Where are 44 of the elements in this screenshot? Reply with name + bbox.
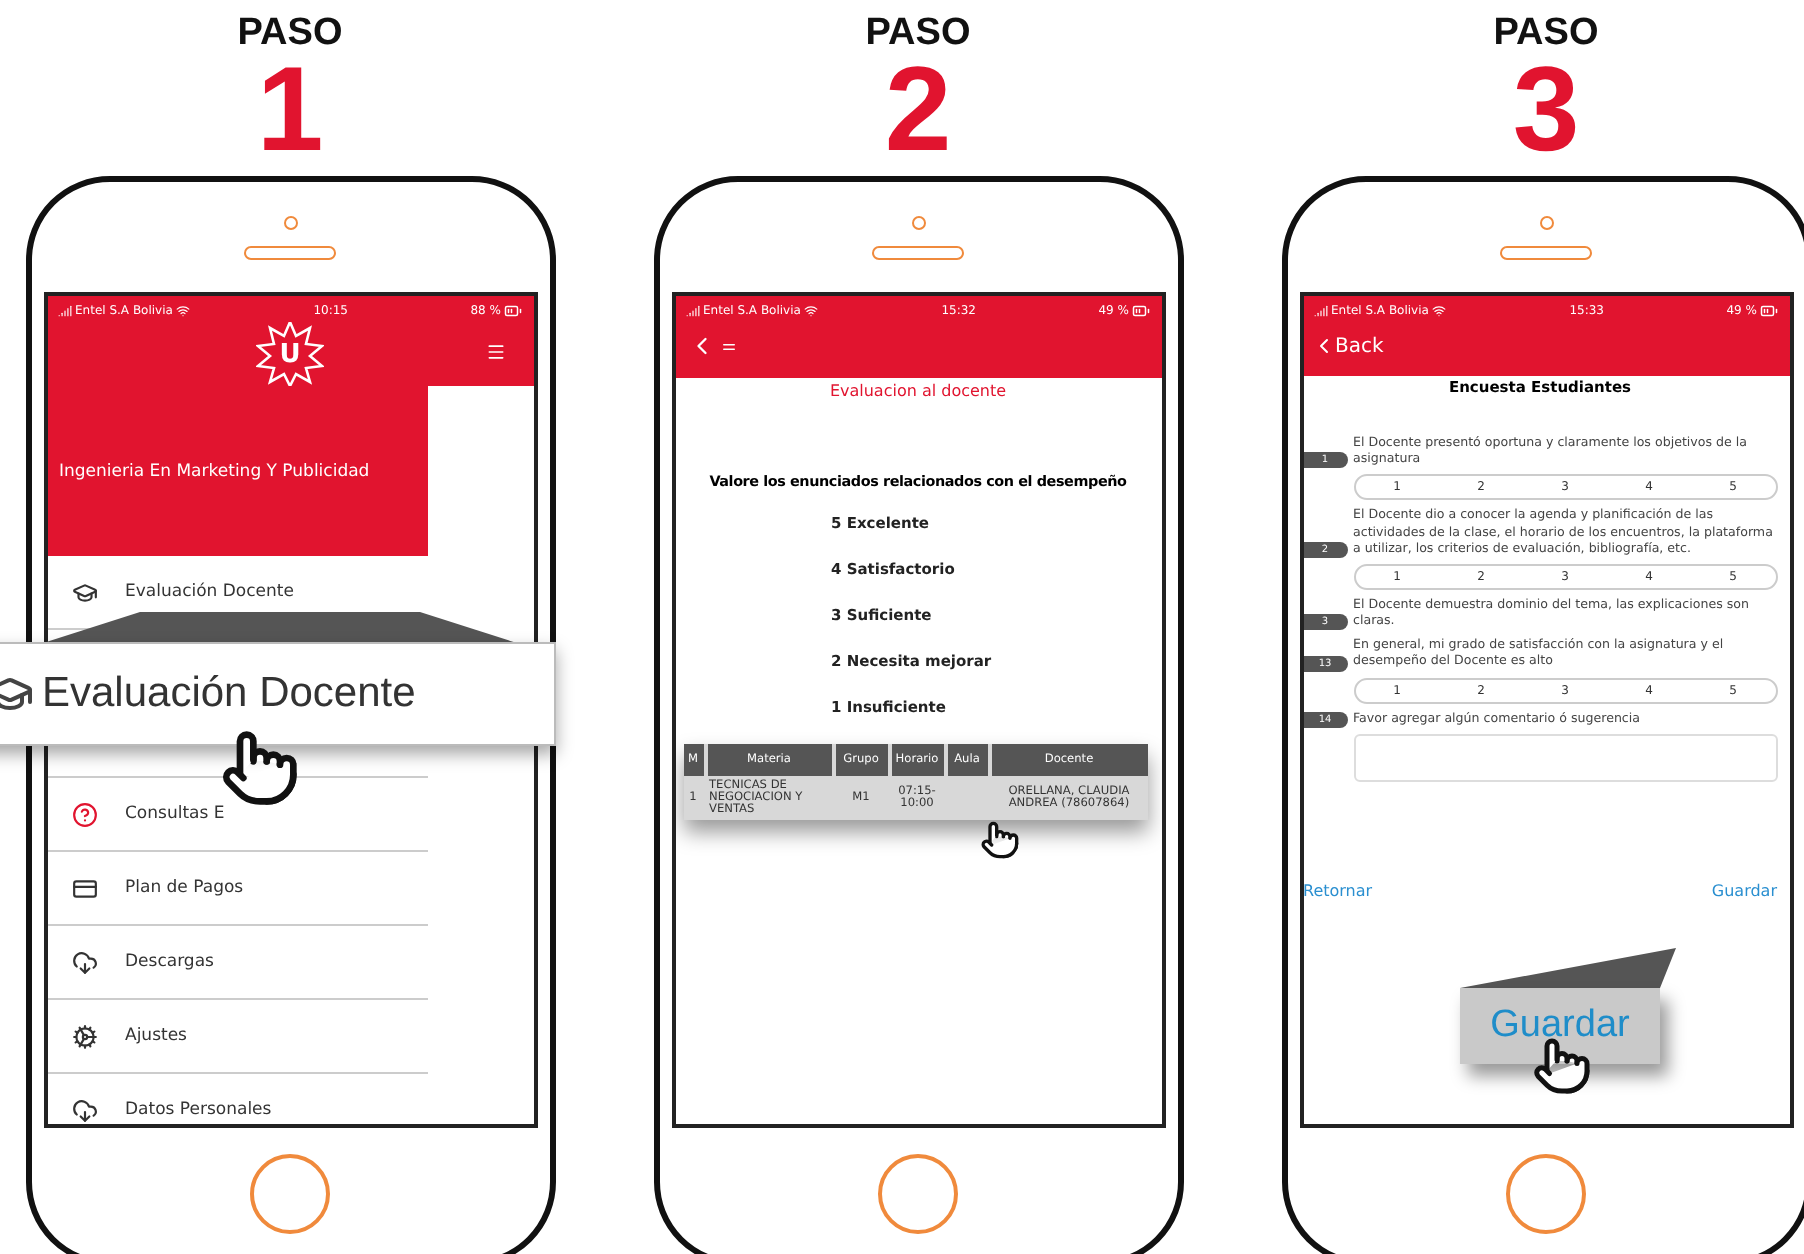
menu-item[interactable]: Datos Personales: [47, 1074, 427, 1124]
menu-item[interactable]: Ajustes: [47, 1000, 427, 1074]
header-title: Ingenieria En Marketing Y Publicidad: [59, 461, 370, 481]
step-number: 1: [256, 56, 324, 164]
home-button[interactable]: [1506, 1154, 1586, 1234]
hand-pointer-icon: [980, 820, 1020, 860]
menu-icon[interactable]: [485, 342, 505, 362]
save-link[interactable]: Guardar: [1711, 881, 1777, 900]
battery-icon: [504, 302, 523, 320]
step-label: PASO: [1493, 12, 1599, 56]
step-label: PASO: [865, 12, 971, 56]
menu-item[interactable]: Descargas: [47, 926, 427, 1000]
cloud-download-icon: [71, 1097, 97, 1123]
speaker-slot: [244, 245, 336, 259]
settings-icon: [71, 1023, 97, 1049]
zoom-callout: Evaluación Docente: [0, 642, 556, 746]
speaker-slot: [872, 245, 964, 259]
help-icon: [71, 801, 97, 827]
wifi-icon: [1432, 304, 1447, 318]
hand-pointer-icon: [220, 728, 300, 808]
comment-field[interactable]: [1353, 733, 1777, 782]
step-label: PASO: [237, 12, 343, 56]
battery-icon: [1760, 302, 1779, 320]
cloud-download-icon: [71, 949, 97, 975]
graduation-cap-icon: [71, 579, 97, 605]
return-link[interactable]: Retornar: [1303, 881, 1373, 900]
step-number: 2: [884, 56, 952, 164]
home-button[interactable]: [250, 1154, 330, 1234]
menu-item[interactable]: Plan de Pagos: [47, 852, 427, 926]
save-callout: Guardar: [1460, 988, 1660, 1064]
page-title: Evaluacion al docente: [829, 382, 1007, 400]
step-number: 3: [1512, 56, 1580, 164]
signal-icon: [57, 304, 71, 318]
hand-pointer-icon: [1532, 1036, 1592, 1096]
speaker-slot: [1500, 245, 1592, 259]
logo-letter: U: [279, 340, 301, 370]
back-button[interactable]: Back: [1311, 334, 1384, 358]
home-button[interactable]: [878, 1154, 958, 1234]
wifi-icon: [176, 304, 191, 318]
card-icon: [71, 875, 97, 901]
battery-icon: [1132, 302, 1151, 320]
wifi-icon: [804, 304, 819, 318]
signal-icon: [685, 304, 699, 318]
signal-icon: [1313, 304, 1327, 318]
